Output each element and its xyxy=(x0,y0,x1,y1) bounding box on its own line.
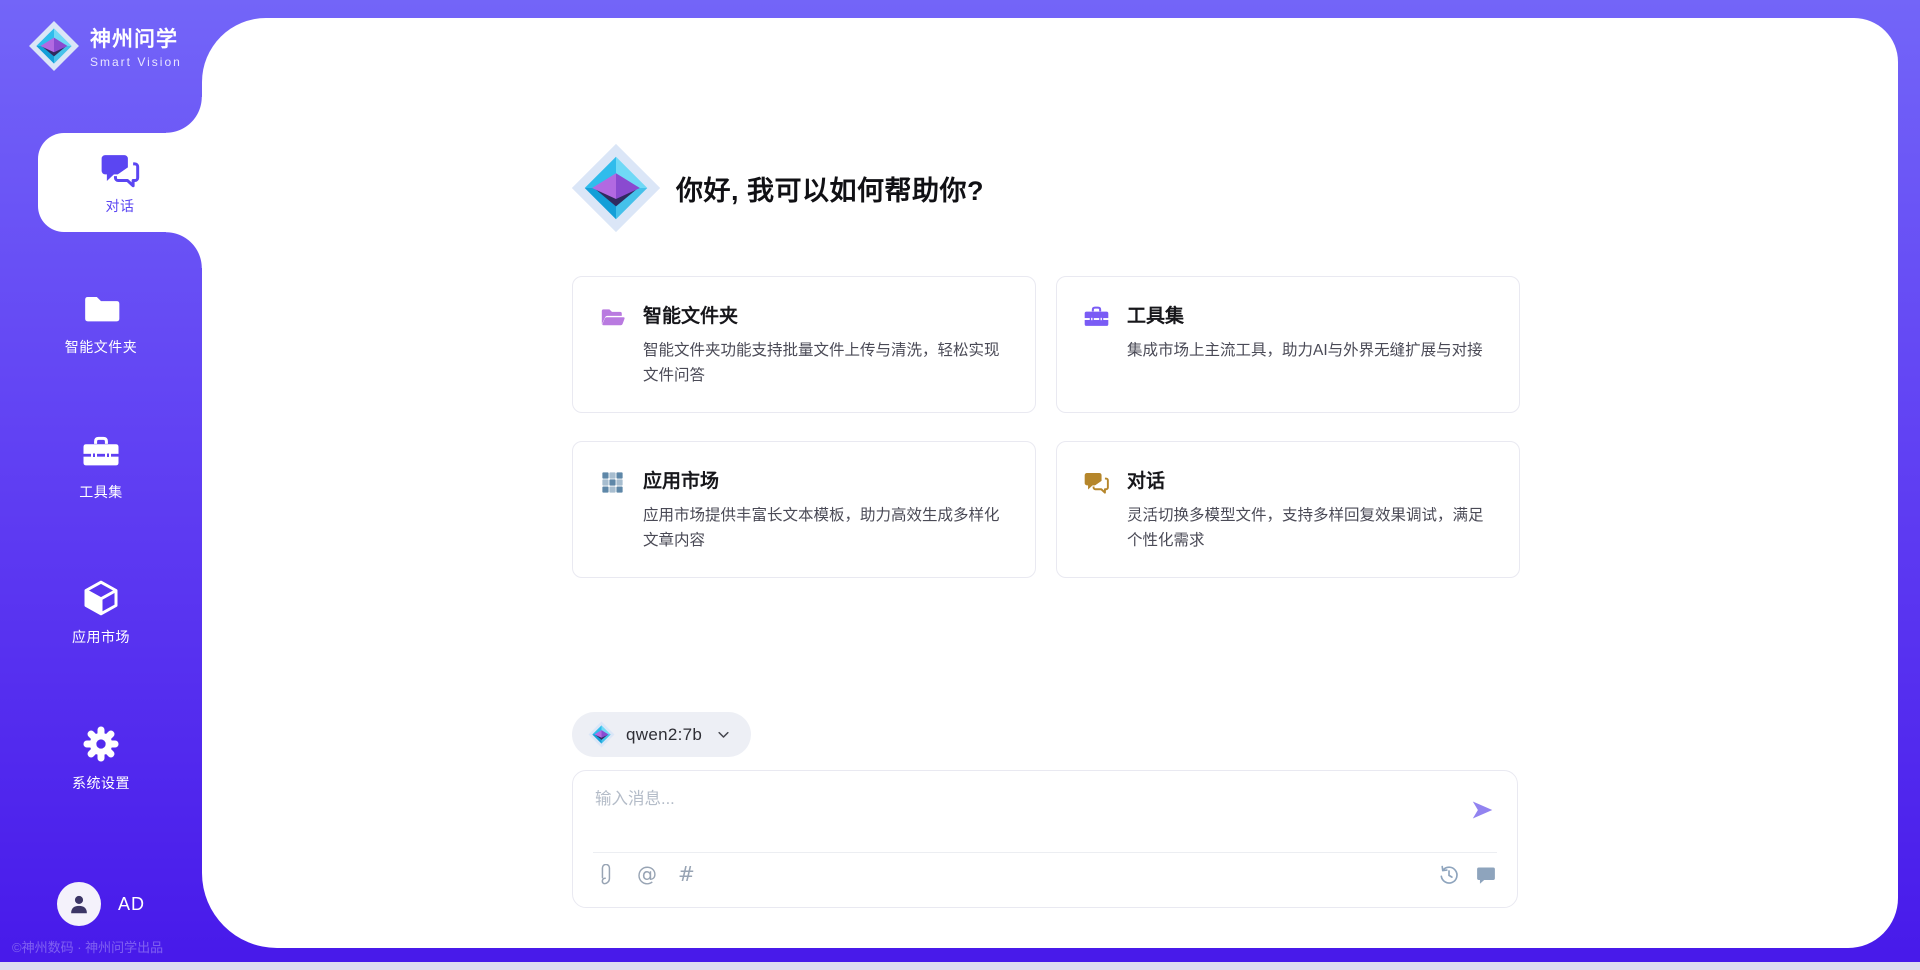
sidebar-item-label: 系统设置 xyxy=(72,773,130,793)
sidebar: 神州问学 Smart Vision 对话 智能文件夹 工具集 应用市场 系统设置… xyxy=(0,0,202,970)
toolbox-icon xyxy=(81,433,121,473)
sidebar-item-smart-folder[interactable]: 智能文件夹 xyxy=(0,288,202,357)
sidebar-item-label: 智能文件夹 xyxy=(65,337,138,357)
card-description: 集成市场上主流工具，助力AI与外界无缝扩展与对接 xyxy=(1127,338,1491,363)
greeting-title: 你好, 我可以如何帮助你? xyxy=(676,169,984,208)
card-title: 工具集 xyxy=(1127,301,1491,328)
composer-divider xyxy=(593,852,1497,853)
message-composer: @ # xyxy=(572,770,1518,908)
card-title: 对话 xyxy=(1127,466,1491,493)
model-logo-icon xyxy=(588,721,615,748)
person-icon xyxy=(66,891,92,917)
window-bottom-edge xyxy=(0,962,1920,970)
sidebar-item-chat[interactable]: 对话 xyxy=(38,133,202,232)
model-selector[interactable]: qwen2:7b xyxy=(572,712,751,757)
card-chat[interactable]: 对话 灵活切换多模型文件，支持多样回复效果调试，满足个性化需求 xyxy=(1056,441,1520,578)
card-description: 灵活切换多模型文件，支持多样回复效果调试，满足个性化需求 xyxy=(1127,503,1491,553)
card-title: 智能文件夹 xyxy=(643,301,1007,328)
folder-icon xyxy=(81,288,121,328)
paperclip-icon[interactable] xyxy=(595,864,616,885)
chat-icon xyxy=(1083,469,1110,496)
brand-logo-icon xyxy=(28,20,80,72)
sidebar-item-label: 应用市场 xyxy=(72,627,130,647)
mention-icon[interactable]: @ xyxy=(637,864,657,885)
brand-name: 神州问学 xyxy=(90,23,182,53)
user-name: AD xyxy=(118,894,145,915)
copyright: ©神州数码 · 神州问学出品 xyxy=(12,937,163,956)
grid-icon xyxy=(599,469,626,496)
hashtag-icon[interactable]: # xyxy=(678,864,695,885)
sidebar-item-label: 工具集 xyxy=(79,482,123,502)
main-panel: 你好, 我可以如何帮助你? 智能文件夹 智能文件夹功能支持批量文件上传与清洗，轻… xyxy=(202,18,1898,948)
assistant-logo-icon xyxy=(570,142,662,234)
folder-open-icon xyxy=(599,304,626,331)
avatar xyxy=(57,882,101,926)
gear-icon xyxy=(81,724,121,764)
sidebar-item-app-market[interactable]: 应用市场 xyxy=(0,578,202,647)
card-app-market[interactable]: 应用市场 应用市场提供丰富长文本模板，助力高效生成多样化文章内容 xyxy=(572,441,1036,578)
card-toolset[interactable]: 工具集 集成市场上主流工具，助力AI与外界无缝扩展与对接 xyxy=(1056,276,1520,413)
brand: 神州问学 Smart Vision xyxy=(28,20,182,72)
history-icon[interactable] xyxy=(1438,864,1460,886)
cube-icon xyxy=(81,578,121,618)
feature-cards: 智能文件夹 智能文件夹功能支持批量文件上传与清洗，轻松实现文件问答 工具集 集成… xyxy=(572,276,1520,578)
card-description: 智能文件夹功能支持批量文件上传与清洗，轻松实现文件问答 xyxy=(643,338,1007,388)
model-name: qwen2:7b xyxy=(626,725,702,745)
message-input[interactable] xyxy=(595,785,1435,841)
chat-icon xyxy=(99,149,141,191)
greeting: 你好, 我可以如何帮助你? xyxy=(570,142,984,234)
sidebar-item-settings[interactable]: 系统设置 xyxy=(0,724,202,793)
toolbox-icon xyxy=(1083,304,1110,331)
card-title: 应用市场 xyxy=(643,466,1007,493)
composer-right-tools xyxy=(1438,864,1497,886)
chat-bubble-icon[interactable] xyxy=(1475,864,1497,886)
sidebar-item-label: 对话 xyxy=(106,196,135,216)
composer-tools: @ # xyxy=(595,864,695,885)
chevron-down-icon xyxy=(716,727,731,742)
brand-subtitle: Smart Vision xyxy=(90,55,182,69)
send-icon[interactable] xyxy=(1469,797,1495,823)
card-smart-folder[interactable]: 智能文件夹 智能文件夹功能支持批量文件上传与清洗，轻松实现文件问答 xyxy=(572,276,1036,413)
user-account[interactable]: AD xyxy=(0,882,202,926)
sidebar-item-toolset[interactable]: 工具集 xyxy=(0,433,202,502)
card-description: 应用市场提供丰富长文本模板，助力高效生成多样化文章内容 xyxy=(643,503,1007,553)
